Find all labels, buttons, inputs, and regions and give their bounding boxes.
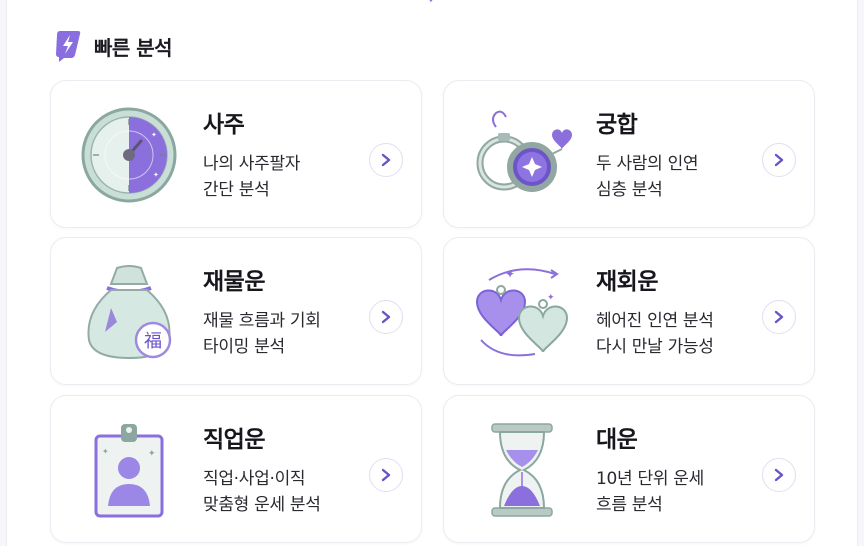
section-header: 빠른 분석 (54, 28, 173, 64)
card-daeun[interactable]: 대운 10년 단위 운세 흐름 분석 (443, 395, 815, 543)
svg-text:✦: ✦ (148, 449, 156, 459)
lightning-bolt-icon (54, 29, 82, 63)
money-bag-icon: 福 (75, 256, 183, 368)
svg-text:✦: ✦ (547, 293, 555, 303)
svg-text:✦: ✦ (151, 131, 157, 139)
section-title: 빠른 분석 (94, 35, 173, 60)
svg-text:✦: ✦ (102, 447, 109, 456)
card-jigeobun[interactable]: ✦ ✦ 직업운 직업·사업·이직 맞춤형 운세 분석 (50, 395, 422, 543)
card-title: 대운 (596, 427, 638, 453)
card-gunghap[interactable]: 궁합 두 사람의 인연 심층 분석 (443, 80, 815, 228)
svg-text:✦: ✦ (153, 171, 159, 179)
card-desc-line2: 맞춤형 운세 분석 (203, 495, 321, 515)
saju-dial-icon: ✦ ✦ (75, 99, 183, 211)
card-desc-line2: 다시 만날 가능성 (596, 337, 714, 357)
card-desc-line2: 간단 분석 (203, 180, 270, 200)
card-title: 직업운 (203, 427, 265, 453)
card-title: 재물운 (203, 269, 265, 295)
sparkle-icon: ✦ (426, 0, 436, 6)
id-badge-icon: ✦ ✦ (75, 414, 183, 526)
card-desc-line1: 재물 흐름과 기회 (203, 311, 321, 331)
card-desc-line2: 심층 분석 (596, 180, 663, 200)
chevron-right-icon[interactable] (762, 300, 796, 334)
svg-text:✦: ✦ (505, 267, 515, 281)
chevron-right-icon[interactable] (762, 458, 796, 492)
card-desc-line1: 헤어진 인연 분석 (596, 311, 714, 331)
card-jaehoeun[interactable]: ✦ ✦ 재회운 헤어진 인연 분석 다시 만날 가능성 (443, 237, 815, 385)
card-jaemulun[interactable]: 福 재물운 재물 흐름과 기회 타이밍 분석 (50, 237, 422, 385)
card-title: 사주 (203, 112, 245, 138)
card-desc-line2: 타이밍 분석 (203, 337, 285, 357)
card-title: 재회운 (596, 269, 658, 295)
chevron-right-icon[interactable] (369, 458, 403, 492)
card-title: 궁합 (596, 112, 638, 138)
rings-icon (468, 99, 576, 211)
card-desc-line1: 나의 사주팔자 (203, 154, 301, 174)
chevron-right-icon[interactable] (762, 143, 796, 177)
hearts-icon: ✦ ✦ (468, 256, 576, 368)
hourglass-icon (468, 414, 576, 526)
card-desc-line1: 두 사람의 인연 (596, 154, 699, 174)
chevron-right-icon[interactable] (369, 143, 403, 177)
card-saju[interactable]: ✦ ✦ 사주 나의 사주팔자 간단 분석 (50, 80, 422, 228)
card-desc-line1: 10년 단위 운세 (596, 469, 704, 489)
chevron-right-icon[interactable] (369, 300, 403, 334)
card-desc-line1: 직업·사업·이직 (203, 469, 306, 489)
card-desc-line2: 흐름 분석 (596, 495, 663, 515)
money-bag-badge-char: 福 (144, 331, 162, 352)
